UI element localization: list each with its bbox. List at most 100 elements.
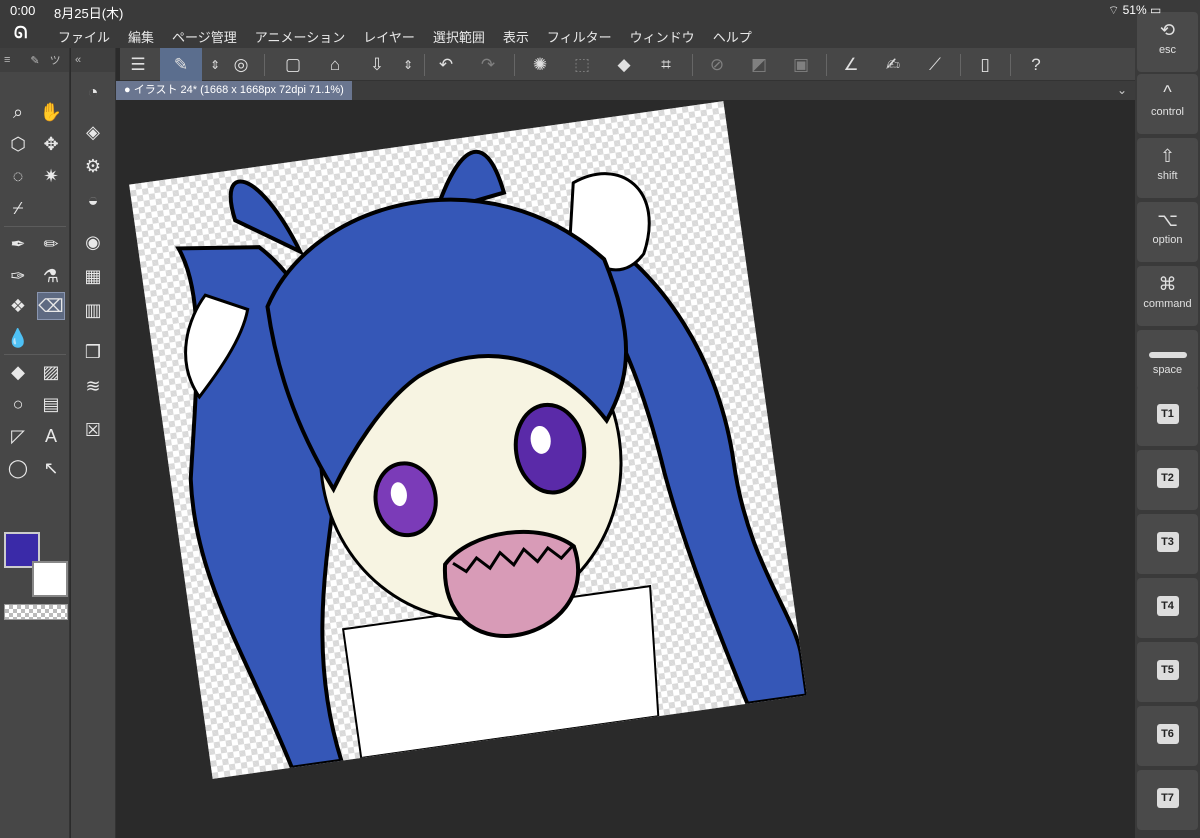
timeline-icon[interactable]: ▥ [79, 296, 107, 324]
layers-icon[interactable]: ≋ [79, 372, 107, 400]
sub-tool-panel: « ◔ ◈ ⚙ ◒ ◉ ▦ ▥ ❒ ≋ ☒ [71, 48, 116, 838]
help-icon[interactable]: ? [1023, 52, 1049, 78]
menu-bar: ᘏ ファイル 編集 ページ管理 アニメーション レイヤー 選択範囲 表示 フィル… [0, 22, 1135, 48]
wifi-icon: ⌔ [1108, 3, 1120, 17]
close-panel-icon[interactable]: ☒ [79, 416, 107, 444]
menu-help[interactable]: ヘルプ [713, 27, 752, 46]
chevron-down-icon[interactable]: ⌄ [1117, 83, 1127, 97]
app-logo-icon[interactable]: ᘏ [14, 25, 36, 45]
gradient-icon[interactable]: ▨ [37, 358, 65, 386]
transparent-color-swatch[interactable] [4, 604, 68, 620]
key-t6[interactable]: T6 [1137, 706, 1198, 766]
menu-animation[interactable]: アニメーション [255, 27, 345, 46]
fill-bucket-icon[interactable]: ◆ [4, 358, 32, 386]
device-icon[interactable]: ▯ [972, 52, 998, 78]
balloon-icon[interactable]: ◯ [4, 454, 32, 482]
eraser-icon[interactable]: ⌫ [37, 292, 65, 320]
control-icon: ^ [1163, 82, 1172, 102]
airbrush-icon[interactable]: ⚗ [37, 262, 65, 290]
object-icon[interactable]: ⬡ [4, 130, 32, 158]
keyboard-shortcut-panel: ⟲ esc ^ control ⇧ shift ⌥ option ⌘ comma… [1135, 0, 1200, 838]
spacebar-icon [1148, 352, 1187, 358]
material-icon[interactable]: ❒ [79, 338, 107, 366]
brush-tool-icon[interactable]: ✑ [4, 262, 32, 290]
hand-icon[interactable]: ✋ [37, 98, 65, 126]
clear-selection-icon[interactable]: ⊘ [704, 52, 730, 78]
open-folder-icon[interactable]: ⌂ [322, 52, 348, 78]
key-t1[interactable]: T1 [1137, 386, 1198, 446]
loading-icon[interactable]: ✺ [527, 52, 553, 78]
key-t7[interactable]: T7 [1137, 770, 1198, 830]
undo-icon[interactable]: ↶ [433, 52, 459, 78]
eyedropper-icon[interactable]: ⌿ [4, 194, 32, 222]
crop-icon[interactable]: ⌗ [653, 52, 679, 78]
ruler-icon[interactable]: ∠ [838, 52, 864, 78]
color-set-icon[interactable]: ▦ [79, 262, 107, 290]
sub-color-swatch[interactable] [32, 561, 68, 597]
invert-selection-icon[interactable]: ◩ [746, 52, 772, 78]
key-option[interactable]: ⌥ option [1137, 202, 1198, 262]
status-bar: 0:00 8月25日(木) [0, 0, 1135, 22]
menu-layer[interactable]: レイヤー [363, 27, 415, 46]
key-shift[interactable]: ⇧ shift [1137, 138, 1198, 198]
menu-edit[interactable]: 編集 [128, 27, 154, 46]
selection-border-icon[interactable]: ▣ [788, 52, 814, 78]
artwork-illustration [175, 149, 807, 770]
menu-selection[interactable]: 選択範囲 [433, 27, 485, 46]
pen-icon[interactable]: ✒ [4, 230, 32, 258]
zoom-icon[interactable]: ⌕ [4, 98, 32, 126]
command-bar: ☰ ✎ ⇕ ◎ ▢ ⌂ ⇩ ⇕ ↶ ↷ ✺ ⬚ ◆ ⌗ ⊘ ◩ ▣ ∠ ✍ ⟋ … [120, 48, 1135, 81]
brush-icon[interactable]: ✍ [880, 52, 906, 78]
menu-hamburger-icon[interactable]: ☰ [125, 52, 151, 78]
battery-percent: 51% [1122, 3, 1147, 17]
document-tab-bar: ● イラスト 24* (1668 x 1668px 72dpi 71.1%) ⌄ [116, 81, 1135, 100]
key-space[interactable]: space [1137, 330, 1198, 390]
edit-mode-icon[interactable]: ✎ [160, 48, 202, 81]
decoration-icon[interactable]: ❖ [4, 292, 32, 320]
spiral-icon[interactable]: ◎ [228, 52, 254, 78]
frame-icon[interactable]: ▤ [37, 390, 65, 418]
text-icon[interactable]: A [37, 422, 65, 450]
correct-line-icon[interactable]: ↖ [37, 454, 65, 482]
document-tab[interactable]: ● イラスト 24* (1668 x 1668px 72dpi 71.1%) [116, 81, 352, 100]
figure-icon[interactable]: ○ [4, 390, 32, 418]
menu-file[interactable]: ファイル [58, 27, 110, 46]
key-command[interactable]: ⌘ command [1137, 266, 1198, 326]
layer-property-icon[interactable]: ◈ [79, 118, 107, 146]
updown-icon[interactable]: ⇕ [202, 52, 228, 78]
pencil-icon[interactable]: ✏ [37, 230, 65, 258]
blend-icon[interactable]: 💧 [4, 324, 32, 352]
key-t4[interactable]: T4 [1137, 578, 1198, 638]
key-control[interactable]: ^ control [1137, 74, 1198, 134]
key-t3[interactable]: T3 [1137, 514, 1198, 574]
updown2-icon[interactable]: ⇕ [395, 52, 421, 78]
magic-wand-icon[interactable]: ✷ [37, 162, 65, 190]
key-esc[interactable]: ⟲ esc [1137, 12, 1198, 72]
tool-panel: ≡ ✎ ツ ⌕ ✋ ⬡ ✥ ◌ ✷ ⌿ ✒ ✏ ✑ ⚗ ❖ ⌫ 💧 ◆ ▨ ○ ▤ … [0, 48, 70, 838]
shift-icon: ⇧ [1159, 146, 1176, 166]
color-wheel-icon[interactable]: ◉ [79, 228, 107, 256]
command-icon: ⌘ [1158, 274, 1177, 294]
save-icon[interactable]: ⇩ [364, 52, 390, 78]
navigator-icon[interactable]: ◔ [79, 78, 107, 106]
redo-icon[interactable]: ↷ [475, 52, 501, 78]
key-t5[interactable]: T5 [1137, 642, 1198, 702]
menu-filter[interactable]: フィルター [547, 27, 612, 46]
transform-dim-icon[interactable]: ⬚ [569, 52, 595, 78]
status-date: 8月25日(木) [54, 6, 124, 21]
esc-icon: ⟲ [1159, 20, 1176, 40]
lasso-icon[interactable]: ◌ [4, 162, 32, 190]
new-file-icon[interactable]: ▢ [280, 52, 306, 78]
ruler-tool-icon[interactable]: ◸ [4, 422, 32, 450]
brush-size-icon[interactable]: ◒ [79, 186, 107, 214]
menu-page[interactable]: ページ管理 [172, 27, 237, 46]
battery-status: ⌔ 51% ▭ [1108, 3, 1161, 18]
ruler-pen-icon[interactable]: ⟋ [922, 52, 948, 78]
key-t2[interactable]: T2 [1137, 450, 1198, 510]
canvas-paper[interactable] [129, 101, 807, 779]
menu-window[interactable]: ウィンドウ [630, 27, 695, 46]
fill-icon[interactable]: ◆ [611, 52, 637, 78]
tool-property-icon[interactable]: ⚙ [79, 152, 107, 180]
menu-view[interactable]: 表示 [503, 27, 529, 46]
move-icon[interactable]: ✥ [37, 130, 65, 158]
